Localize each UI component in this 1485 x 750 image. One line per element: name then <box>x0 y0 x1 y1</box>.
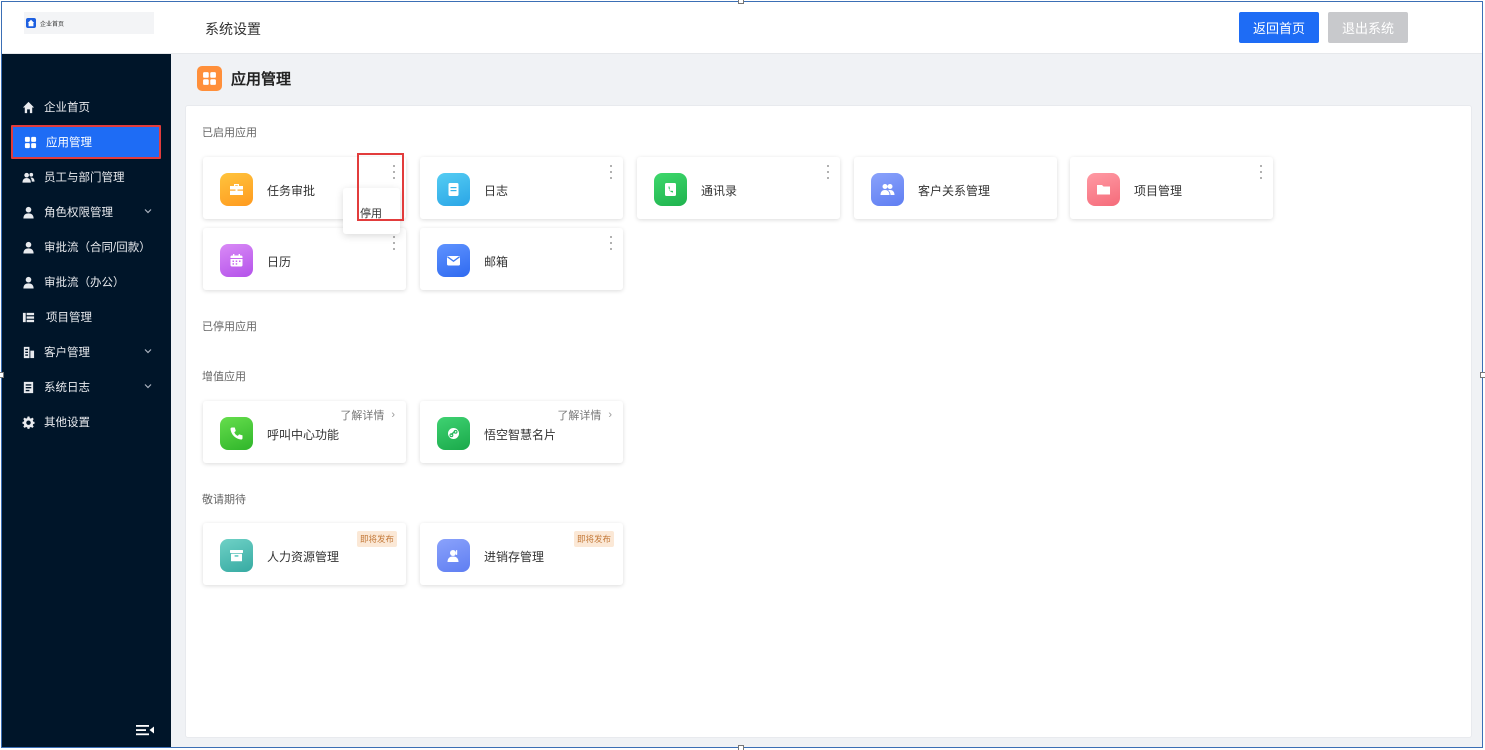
user-icon <box>21 275 35 289</box>
chevron-down-icon <box>143 346 153 356</box>
sidebar-item-label: 客户管理 <box>44 347 90 359</box>
value-added-apps-label: 增值应用 <box>202 371 246 383</box>
calendar-icon <box>220 244 253 277</box>
sidebar-item-staff-departments[interactable]: 员工与部门管理 <box>11 160 161 194</box>
sidebar-item-label: 角色权限管理 <box>44 207 113 219</box>
resize-handle-top <box>738 0 744 4</box>
page-title: 系统设置 <box>205 21 261 37</box>
more-options-icon[interactable] <box>608 165 614 179</box>
window-frame: 企业首页 系统设置 返回首页 退出系统 企业首页 应用管理 员工与部门管理 角色… <box>1 1 1483 748</box>
note-icon <box>437 173 470 206</box>
home-logo-icon <box>26 18 36 28</box>
grid-apps-icon <box>23 135 37 149</box>
app-card-inventory-management: 进销存管理 即将发布 <box>420 523 623 585</box>
sidebar-item-label: 企业首页 <box>44 102 90 114</box>
coming-soon-badge: 即将发布 <box>356 531 397 547</box>
sidebar-item-system-log[interactable]: 系统日志 <box>11 370 161 404</box>
phone-icon <box>220 417 253 450</box>
briefcase-icon <box>220 173 253 206</box>
chevron-right-icon: › <box>391 409 395 421</box>
annotation-highlight-box <box>357 153 404 221</box>
folder-icon <box>1087 173 1120 206</box>
gear-icon <box>21 415 35 429</box>
sidebar-item-label: 审批流（办公） <box>44 277 125 289</box>
exit-system-button[interactable]: 退出系统 <box>1328 12 1408 43</box>
link-card-icon <box>437 417 470 450</box>
grid-apps-icon <box>197 66 222 91</box>
app-card-contacts[interactable]: 通讯录 <box>637 157 840 219</box>
home-icon <box>21 100 35 114</box>
app-name: 人力资源管理 <box>267 550 340 564</box>
content-header: 应用管理 <box>197 66 291 91</box>
sidebar-item-label: 员工与部门管理 <box>44 172 125 184</box>
phone-book-icon <box>654 173 687 206</box>
enabled-apps-label: 已启用应用 <box>202 127 257 139</box>
sidebar-item-customer-management[interactable]: 客户管理 <box>11 335 161 369</box>
app-name: 日历 <box>267 255 292 269</box>
app-card-log[interactable]: 日志 <box>420 157 623 219</box>
app-name: 邮箱 <box>484 255 509 269</box>
user-icon <box>21 240 35 254</box>
app-card-crm[interactable]: 客户关系管理 <box>854 157 1057 219</box>
sidebar-item-label: 项目管理 <box>46 312 92 324</box>
sidebar-item-approval-contract[interactable]: 审批流（合同/回款） <box>11 230 161 264</box>
more-options-icon[interactable] <box>608 236 614 250</box>
chevron-down-icon <box>143 206 153 216</box>
app-name: 通讯录 <box>701 184 738 198</box>
app-name: 项目管理 <box>1134 184 1183 198</box>
sidebar: 企业首页 应用管理 员工与部门管理 角色权限管理 审批流（合同/回款） 审批流（… <box>2 54 171 747</box>
return-home-button[interactable]: 返回首页 <box>1239 12 1319 43</box>
app-card-hr-management: 人力资源管理 即将发布 <box>203 523 406 585</box>
coming-soon-badge: 即将发布 <box>573 531 614 547</box>
app-card-mail[interactable]: 邮箱 <box>420 228 623 290</box>
app-card-smart-business-card[interactable]: 悟空智慧名片 了解详情 › <box>420 401 623 463</box>
app-name: 客户关系管理 <box>918 184 991 198</box>
list-icon <box>21 310 35 324</box>
sidebar-item-app-management[interactable]: 应用管理 <box>11 125 161 159</box>
resize-handle-right <box>1480 372 1485 378</box>
building-icon <box>21 345 35 359</box>
app-name: 任务审批 <box>267 184 316 198</box>
more-options-icon[interactable] <box>825 165 831 179</box>
app-name: 进销存管理 <box>484 550 545 564</box>
user-icon <box>21 205 35 219</box>
app-name: 呼叫中心功能 <box>267 428 340 442</box>
collapse-sidebar-icon[interactable] <box>135 722 155 738</box>
sidebar-item-role-permissions[interactable]: 角色权限管理 <box>11 195 161 229</box>
sidebar-item-project-management[interactable]: 项目管理 <box>11 300 161 334</box>
top-bar: 企业首页 系统设置 返回首页 退出系统 <box>2 2 1482 54</box>
resize-handle-left <box>0 372 4 378</box>
app-card-project-management[interactable]: 项目管理 <box>1070 157 1273 219</box>
app-name: 日志 <box>484 184 509 198</box>
company-logo[interactable]: 企业首页 <box>24 12 154 34</box>
coming-soon-label: 敬请期待 <box>202 494 246 506</box>
customers-icon <box>871 173 904 206</box>
document-icon <box>21 380 35 394</box>
person-card-icon <box>437 539 470 572</box>
archive-icon <box>220 539 253 572</box>
learn-more-link[interactable]: 了解详情 › <box>340 407 395 423</box>
users-icon <box>21 170 35 184</box>
sidebar-item-label: 应用管理 <box>46 137 92 149</box>
sidebar-item-enterprise-home[interactable]: 企业首页 <box>11 90 161 124</box>
logo-text: 企业首页 <box>40 21 65 28</box>
mail-icon <box>437 244 470 277</box>
app-name: 悟空智慧名片 <box>484 428 557 442</box>
learn-more-link[interactable]: 了解详情 › <box>557 407 612 423</box>
sidebar-item-label: 系统日志 <box>44 382 90 394</box>
resize-handle-bottom <box>738 745 744 750</box>
app-card-calendar[interactable]: 日历 <box>203 228 406 290</box>
more-options-icon[interactable] <box>1258 165 1264 179</box>
disabled-apps-label: 已停用应用 <box>202 321 257 333</box>
sidebar-item-label: 审批流（合同/回款） <box>44 242 151 254</box>
app-card-call-center[interactable]: 呼叫中心功能 了解详情 › <box>203 401 406 463</box>
more-options-icon[interactable] <box>391 236 397 250</box>
section-title: 应用管理 <box>231 71 292 88</box>
sidebar-item-other-settings[interactable]: 其他设置 <box>11 405 161 439</box>
chevron-down-icon <box>143 381 153 391</box>
chevron-right-icon: › <box>608 409 612 421</box>
sidebar-item-label: 其他设置 <box>44 417 90 429</box>
sidebar-item-approval-office[interactable]: 审批流（办公） <box>11 265 161 299</box>
